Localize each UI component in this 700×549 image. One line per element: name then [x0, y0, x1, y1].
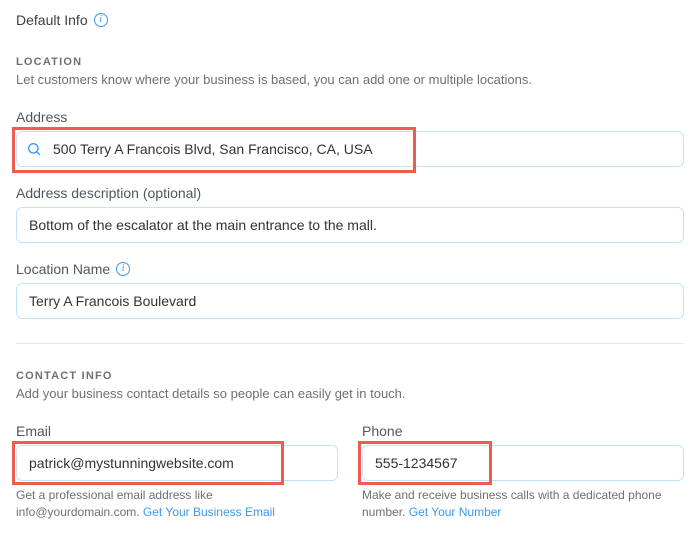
address-desc-input[interactable] [16, 207, 684, 243]
location-name-input[interactable] [16, 283, 684, 319]
contact-section-title: CONTACT INFO [16, 370, 684, 382]
phone-helper-text: Make and receive business calls with a d… [362, 488, 662, 519]
location-name-label: Location Name i [16, 261, 684, 277]
phone-helper: Make and receive business calls with a d… [362, 487, 684, 521]
phone-field: Phone Make and receive business calls wi… [362, 423, 684, 521]
get-business-email-link[interactable]: Get Your Business Email [143, 505, 275, 519]
section-divider [16, 343, 684, 344]
default-info-row: Default Info i [16, 12, 684, 28]
email-input[interactable] [16, 445, 338, 481]
address-label: Address [16, 109, 684, 125]
address-desc-label: Address description (optional) [16, 185, 684, 201]
address-desc-field: Address description (optional) [16, 185, 684, 243]
contact-section: CONTACT INFO Add your business contact d… [16, 370, 684, 521]
contact-two-col: Email Get a professional email address l… [16, 423, 684, 521]
location-section: LOCATION Let customers know where your b… [16, 56, 684, 319]
phone-input[interactable] [362, 445, 684, 481]
location-section-desc: Let customers know where your business i… [16, 72, 684, 87]
phone-input-wrap [362, 445, 684, 481]
email-input-wrap [16, 445, 338, 481]
email-helper: Get a professional email address like in… [16, 487, 338, 521]
contact-section-desc: Add your business contact details so peo… [16, 386, 684, 401]
get-number-link[interactable]: Get Your Number [409, 505, 502, 519]
email-label: Email [16, 423, 338, 439]
location-name-label-text: Location Name [16, 261, 110, 277]
address-field: Address [16, 109, 684, 167]
phone-label: Phone [362, 423, 684, 439]
search-icon [26, 141, 42, 157]
location-section-title: LOCATION [16, 56, 684, 68]
address-input[interactable] [16, 131, 684, 167]
address-input-wrap [16, 131, 684, 167]
email-field: Email Get a professional email address l… [16, 423, 338, 521]
info-icon[interactable]: i [116, 262, 130, 276]
info-icon[interactable]: i [94, 13, 108, 27]
default-info-label: Default Info [16, 12, 88, 28]
location-name-field: Location Name i [16, 261, 684, 319]
